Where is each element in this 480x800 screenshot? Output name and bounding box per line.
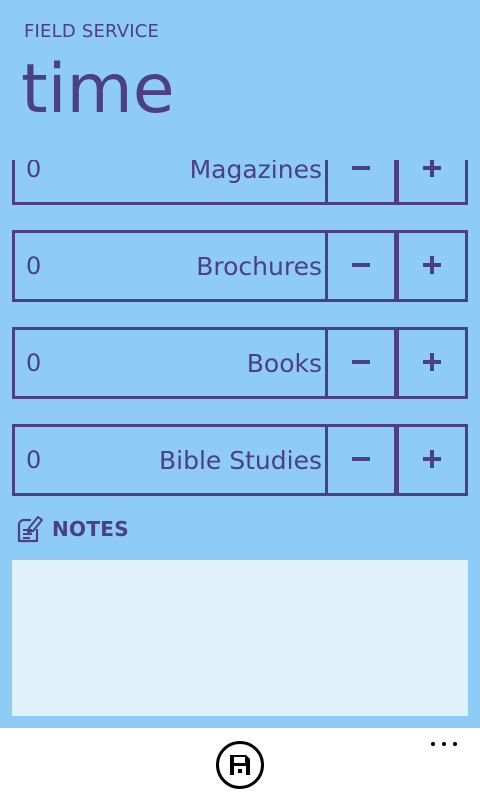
app-bar [0,728,480,800]
notes-input[interactable] [12,560,468,716]
bible-studies-decrement-button[interactable] [325,424,397,496]
brochures-increment-button[interactable] [396,230,468,302]
app-title: FIELD SERVICE [24,21,160,42]
more-options-icon [431,742,435,746]
magazines-label: Magazines [189,160,322,184]
more-options-icon [453,742,457,746]
bible-studies-increment-button[interactable] [396,424,468,496]
brochures-value: 0 [26,252,42,280]
books-value: 0 [26,349,42,377]
save-icon [230,755,250,775]
bible-studies-label: Bible Studies [159,446,322,475]
more-options-icon [442,742,446,746]
notes-label: NOTES [52,517,129,541]
books-field[interactable]: 0 Books [12,327,328,399]
magazines-value: 0 [26,160,42,183]
plus-icon [423,449,441,468]
books-decrement-button[interactable] [325,327,397,399]
minus-icon [352,165,370,170]
notes-header: NOTES [16,513,129,545]
magazines-field[interactable]: 0 Magazines [12,160,328,205]
plus-icon [423,352,441,371]
notes-edit-icon [17,516,43,543]
books-label: Books [246,349,322,378]
minus-icon [352,359,370,364]
magazines-decrement-button[interactable] [325,160,397,205]
minus-icon [352,456,370,461]
counter-row-magazines: 0 Magazines [12,160,468,205]
bible-studies-value: 0 [26,446,42,474]
counter-row-books: 0 Books [12,327,468,399]
brochures-label: Brochures [196,252,322,281]
magazines-increment-button[interactable] [396,160,468,205]
minus-icon [352,262,370,267]
brochures-decrement-button[interactable] [325,230,397,302]
bible-studies-field[interactable]: 0 Bible Studies [12,424,328,496]
counter-row-bible-studies: 0 Bible Studies [12,424,468,496]
page-title: time [21,50,175,129]
plus-icon [423,160,441,177]
books-increment-button[interactable] [396,327,468,399]
page: FIELD SERVICE time 0 Magazines 0 Brochur… [0,0,480,728]
counter-row-brochures: 0 Brochures [12,230,468,302]
plus-icon [423,255,441,274]
save-button[interactable] [216,741,264,789]
brochures-field[interactable]: 0 Brochures [12,230,328,302]
more-options-button[interactable] [426,734,462,754]
